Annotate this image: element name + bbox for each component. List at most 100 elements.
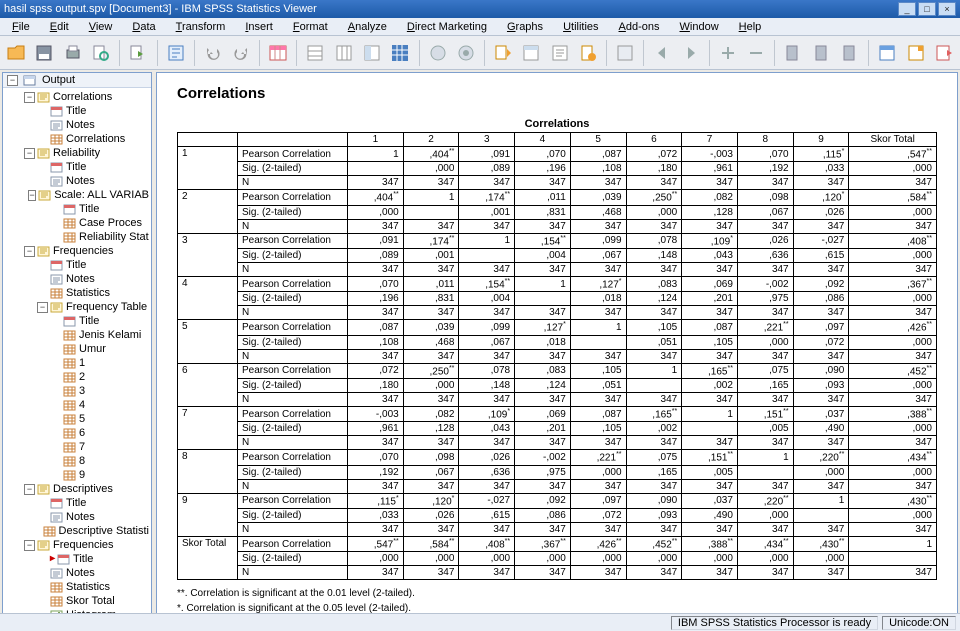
tree-item[interactable]: 5 [3,412,151,426]
toggle-icon[interactable] [50,470,61,481]
tree-item[interactable]: 9 [3,468,151,482]
redo-icon[interactable] [229,39,253,67]
toggle-icon[interactable] [50,218,61,229]
toggle-icon[interactable] [37,554,48,565]
tree-item[interactable]: Jenis Kelami [3,328,151,342]
output-icon[interactable] [932,39,956,67]
tree-item[interactable]: Title [3,160,151,174]
menu-insert[interactable]: Insert [237,20,281,34]
toggle-icon[interactable] [50,232,61,243]
toggle-icon[interactable] [50,316,61,327]
menu-utilities[interactable]: Utilities [555,20,606,34]
toggle-icon[interactable] [31,526,40,537]
toggle-icon[interactable] [50,204,61,215]
menu-help[interactable]: Help [731,20,770,34]
print-icon[interactable] [61,39,85,67]
viewer-content[interactable]: Correlations Correlations 123456789Skor … [156,72,958,631]
tree-item[interactable]: 2 [3,370,151,384]
toggle-icon[interactable] [37,134,48,145]
toggle-icon[interactable] [37,260,48,271]
menu-window[interactable]: Window [672,20,727,34]
toggle-icon[interactable] [37,582,48,593]
grid-icon[interactable] [388,39,412,67]
new-page-icon[interactable] [576,39,600,67]
tree-item[interactable]: 7 [3,440,151,454]
tree-item[interactable]: 1 [3,356,151,370]
toggle-icon[interactable] [37,498,48,509]
toggle-icon[interactable] [50,456,61,467]
tree-item[interactable]: Notes [3,174,151,188]
goto-data-icon[interactable] [266,39,290,67]
tree-item[interactable]: Descriptive Statisti [3,524,151,538]
toggle-icon[interactable] [37,568,48,579]
outline-pane[interactable]: − Output −CorrelationsTitleNotesCorrelat… [2,72,152,631]
toggle-icon[interactable] [50,344,61,355]
maximize-button[interactable]: □ [918,2,936,16]
select-icon[interactable] [360,39,384,67]
open-icon[interactable] [4,39,28,67]
toggle-icon[interactable] [50,386,61,397]
tree-item[interactable]: Correlations [3,132,151,146]
toggle-icon[interactable] [37,106,48,117]
menu-transform[interactable]: Transform [168,20,234,34]
tree-item[interactable]: Notes [3,118,151,132]
toggle-icon[interactable] [37,596,48,607]
insert-title-icon[interactable] [519,39,543,67]
toggle-icon[interactable] [50,372,61,383]
tree-item[interactable]: Notes [3,272,151,286]
menu-add-ons[interactable]: Add-ons [611,20,668,34]
toggle-icon[interactable] [50,414,61,425]
tree-item[interactable]: Case Proces [3,216,151,230]
close-button[interactable]: × [938,2,956,16]
toggle-icon[interactable] [50,330,61,341]
syntax-icon[interactable] [875,39,899,67]
toggle-icon[interactable] [50,428,61,439]
recall-icon[interactable] [163,39,187,67]
tree-item[interactable]: Title [3,314,151,328]
menu-graphs[interactable]: Graphs [499,20,551,34]
tree-item[interactable]: −Correlations [3,90,151,104]
tree-item[interactable]: 8 [3,454,151,468]
toggle-icon[interactable] [37,274,48,285]
add-icon[interactable] [716,39,740,67]
outline-root[interactable]: − Output [3,73,151,88]
toggle-icon[interactable]: − [7,75,18,86]
insert-heading-icon[interactable] [491,39,515,67]
tree-item[interactable]: −Frequencies [3,244,151,258]
tree-item[interactable]: Title [3,104,151,118]
book1-icon[interactable] [781,39,805,67]
tree-item[interactable]: 3 [3,384,151,398]
menu-format[interactable]: Format [285,20,336,34]
tree-item[interactable]: Title [3,496,151,510]
menu-data[interactable]: Data [124,20,163,34]
tree-item[interactable]: Notes [3,510,151,524]
circle2-icon[interactable] [454,39,478,67]
book2-icon[interactable] [810,39,834,67]
insert-text-icon[interactable] [548,39,572,67]
tree-item[interactable]: −Descriptives [3,482,151,496]
vars-icon[interactable] [332,39,356,67]
tree-item[interactable]: Notes [3,566,151,580]
minimize-button[interactable]: _ [898,2,916,16]
toggle-icon[interactable] [50,442,61,453]
tree-item[interactable]: −Scale: ALL VARIAB [3,188,151,202]
toggle-icon[interactable] [50,358,61,369]
preview-icon[interactable] [89,39,113,67]
toggle-icon[interactable] [37,120,48,131]
undo-icon[interactable] [201,39,225,67]
tree-item[interactable]: Skor Total [3,594,151,608]
designate-icon[interactable] [613,39,637,67]
menu-edit[interactable]: Edit [42,20,77,34]
toggle-icon[interactable] [37,512,48,523]
save-icon[interactable] [32,39,56,67]
menu-file[interactable]: File [4,20,38,34]
script-icon[interactable] [904,39,928,67]
tree-item[interactable]: ▸Title [3,552,151,566]
tree-item[interactable]: −Frequencies [3,538,151,552]
tree-item[interactable]: 4 [3,398,151,412]
menu-view[interactable]: View [81,20,121,34]
book3-icon[interactable] [838,39,862,67]
tree-item[interactable]: Reliability Stat [3,230,151,244]
remove-icon[interactable] [744,39,768,67]
tree-item[interactable]: Statistics [3,580,151,594]
